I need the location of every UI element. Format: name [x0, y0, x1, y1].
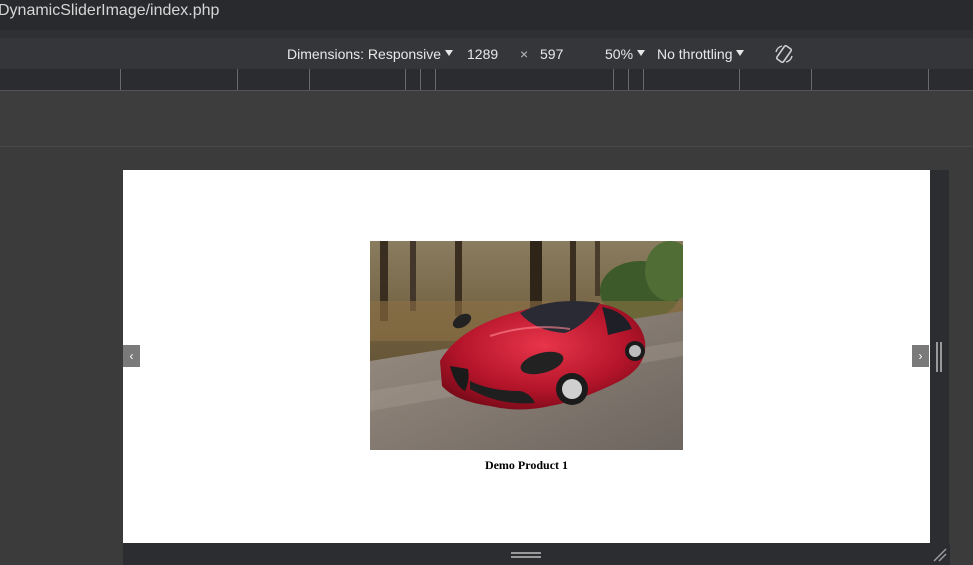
ruler-tick: [928, 69, 929, 90]
grip-icon: [936, 342, 942, 372]
chevron-down-icon: [736, 50, 745, 56]
bottom-resize-handle[interactable]: [123, 543, 950, 565]
chevron-right-icon: ›: [918, 349, 923, 363]
chevron-left-icon: ‹: [129, 349, 134, 363]
ruler-tick: [420, 69, 421, 90]
ruler-tick: [309, 69, 310, 90]
width-input[interactable]: 1289: [467, 46, 498, 62]
times-separator: ×: [520, 46, 528, 62]
toolbar-spacer: [0, 30, 973, 38]
car-photo: [370, 241, 683, 450]
ruler-tick: [405, 69, 406, 90]
throttling-dropdown[interactable]: No throttling: [657, 46, 745, 62]
dimensions-dropdown[interactable]: Dimensions: Responsive: [287, 46, 454, 62]
times-symbol: ×: [520, 46, 529, 62]
ruler-tick: [237, 69, 238, 90]
emulated-viewport: Demo Product 1 ‹ ›: [123, 170, 930, 543]
ruler-band: [0, 91, 973, 147]
ruler-tick: [811, 69, 812, 90]
url-text: DynamicSliderImage/index.php: [0, 2, 220, 19]
chevron-down-icon: [637, 50, 646, 56]
slider-prev-button[interactable]: ‹: [123, 345, 140, 367]
rotate-icon[interactable]: [773, 43, 795, 65]
slider-next-button[interactable]: ›: [912, 345, 929, 367]
right-resize-handle[interactable]: [930, 170, 949, 543]
dimensions-label: Dimensions: Responsive: [287, 46, 442, 62]
address-bar[interactable]: DynamicSliderImage/index.php: [0, 0, 973, 30]
throttling-value: No throttling: [657, 46, 733, 62]
slide-caption: Demo Product 1: [484, 458, 569, 472]
device-toolbar: Dimensions: Responsive 1289 × 597 50% No…: [0, 38, 973, 69]
zoom-value: 50%: [605, 46, 634, 62]
height-input[interactable]: 597: [540, 46, 563, 62]
ruler-tick: [120, 69, 121, 90]
grip-icon: [511, 552, 541, 558]
width-value: 1289: [467, 46, 499, 62]
ruler-tick: [613, 69, 614, 90]
height-value: 597: [540, 46, 564, 62]
ruler-tick: [643, 69, 644, 90]
media-query-bar[interactable]: [0, 69, 973, 91]
slide-image: [370, 241, 683, 450]
zoom-dropdown[interactable]: 50%: [605, 46, 646, 62]
ruler-tick: [628, 69, 629, 90]
corner-resize-icon[interactable]: [930, 545, 948, 563]
ruler-tick: [435, 69, 436, 90]
ruler-tick: [739, 69, 740, 90]
chevron-down-icon: [445, 50, 454, 56]
